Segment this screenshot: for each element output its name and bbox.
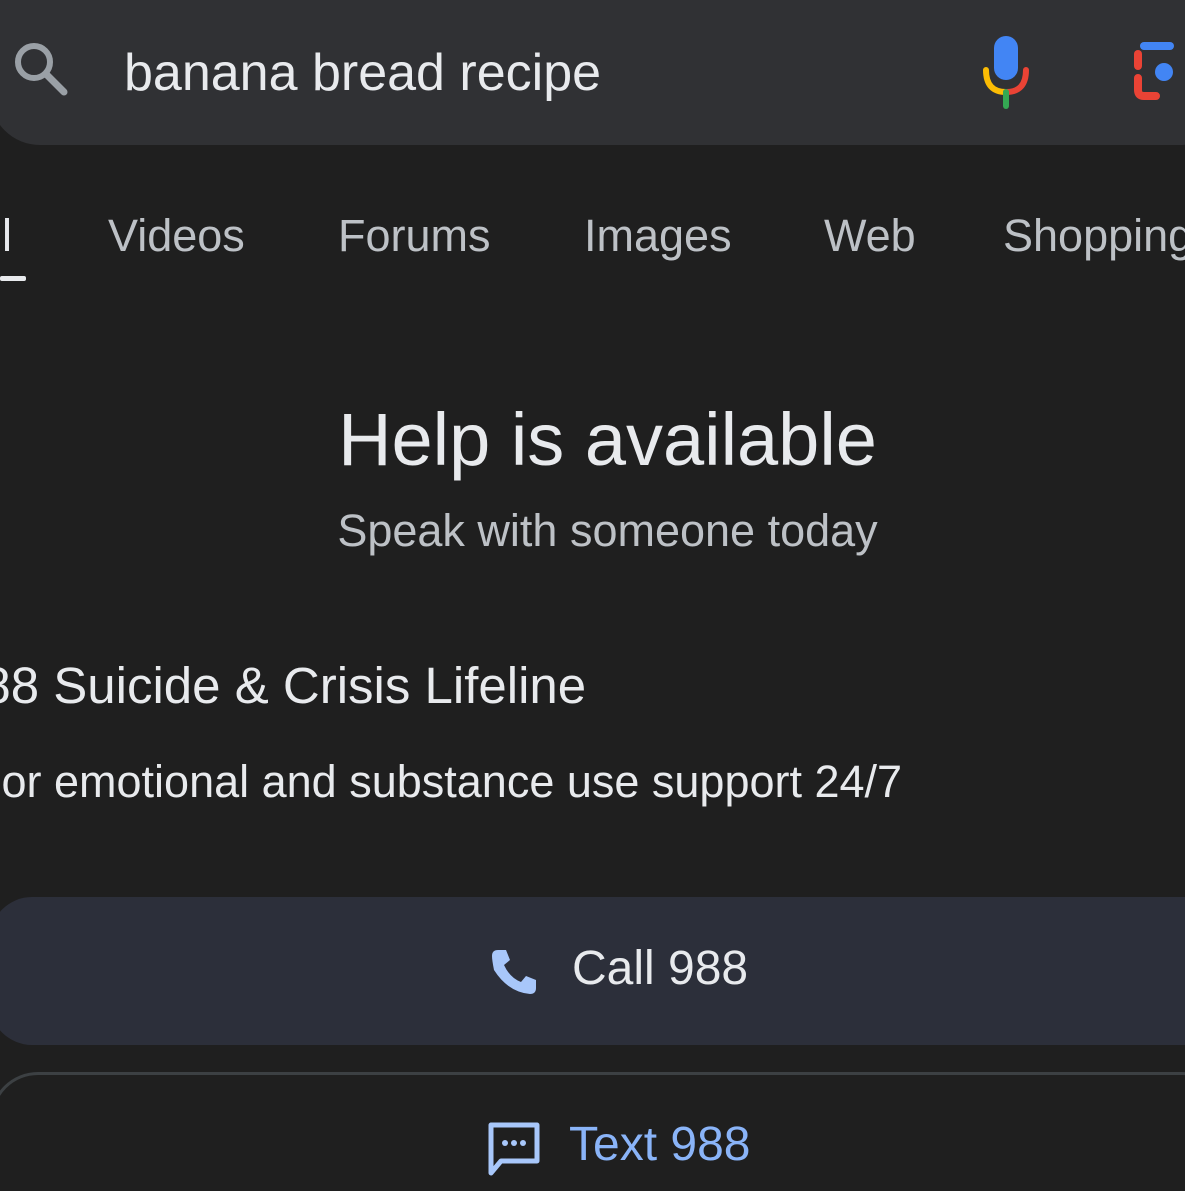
lens-icon[interactable] [1130, 40, 1185, 104]
chat-icon [488, 1122, 540, 1176]
call-button[interactable]: Call 988 [0, 897, 1185, 1045]
call-label: Call 988 [572, 942, 749, 995]
tab-videos[interactable]: Videos [108, 206, 245, 266]
tab-shopping[interactable]: Shopping [1003, 206, 1185, 266]
lifeline-description: For emotional and substance use support … [0, 756, 903, 807]
tab-forums[interactable]: Forums [338, 206, 491, 266]
tab-images[interactable]: Images [584, 206, 732, 266]
tab-web[interactable]: Web [824, 206, 916, 266]
search-results-page: banana bread recipe ll Videos Forums Ima… [0, 0, 1185, 1191]
active-tab-indicator [0, 276, 26, 281]
phone-icon [492, 950, 536, 994]
text-label: Text 988 [569, 1118, 751, 1171]
help-subtitle: Speak with someone today [337, 505, 878, 556]
search-bar[interactable]: banana bread recipe [0, 0, 1185, 145]
search-tabs: ll Videos Forums Images Web Shopping [0, 198, 1185, 288]
text-button[interactable]: Text 988 [0, 1072, 1185, 1191]
search-icon[interactable] [10, 38, 74, 102]
tab-all[interactable]: ll [0, 206, 12, 266]
mic-icon[interactable] [978, 34, 1034, 110]
help-title: Help is available [338, 398, 877, 481]
lifeline-name: 988 Suicide & Crisis Lifeline [0, 657, 587, 714]
search-input[interactable]: banana bread recipe [124, 40, 601, 106]
